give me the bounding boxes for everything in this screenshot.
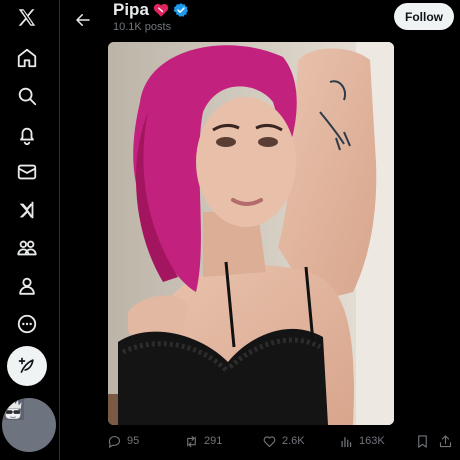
heart-emoji-icon	[153, 3, 169, 17]
views-button[interactable]: 163K	[339, 428, 385, 454]
grok-icon[interactable]	[7, 190, 47, 230]
share-button[interactable]	[438, 428, 453, 454]
bookmark-button[interactable]	[415, 428, 430, 454]
like-count: 2.6K	[282, 435, 305, 447]
share-icon	[439, 434, 452, 447]
repost-count: 291	[204, 435, 223, 447]
repost-icon	[187, 435, 196, 447]
follow-button[interactable]: Follow	[394, 3, 454, 30]
profile-name: Pipa	[113, 0, 149, 19]
like-button[interactable]: 2.6K	[262, 428, 305, 454]
arrow-left-icon	[76, 14, 90, 26]
views-count: 163K	[359, 435, 385, 447]
reply-count: 95	[127, 435, 140, 447]
reply-icon	[108, 435, 121, 448]
reply-button[interactable]: 95	[107, 428, 139, 454]
profile-name-row: Pipa	[113, 0, 189, 20]
profile-header: Pipa 10.1K posts Follow	[60, 0, 460, 42]
post-action-bar: 95 291 2.6K 163K	[60, 428, 460, 454]
messages-icon[interactable]	[7, 152, 47, 192]
search-icon[interactable]	[7, 76, 47, 116]
communities-icon[interactable]	[7, 228, 47, 268]
bookmark-icon	[418, 434, 427, 448]
more-icon[interactable]	[7, 304, 47, 344]
notifications-icon[interactable]	[7, 115, 47, 155]
sidebar-nav	[0, 0, 58, 460]
feather-plus-icon	[18, 357, 34, 374]
back-button[interactable]	[67, 4, 99, 36]
column-divider	[59, 0, 60, 460]
post-media-image[interactable]	[108, 42, 394, 425]
profile-icon[interactable]	[7, 266, 47, 306]
analytics-icon	[341, 436, 352, 447]
compose-post-button[interactable]	[7, 346, 47, 386]
posts-count: 10.1K posts	[113, 21, 172, 33]
account-avatar[interactable]	[2, 398, 56, 452]
x-logo-icon[interactable]	[7, 0, 47, 38]
verified-badge-icon	[173, 3, 188, 17]
heart-icon	[263, 435, 276, 447]
home-icon[interactable]	[7, 38, 47, 78]
repost-button[interactable]: 291	[184, 428, 222, 454]
